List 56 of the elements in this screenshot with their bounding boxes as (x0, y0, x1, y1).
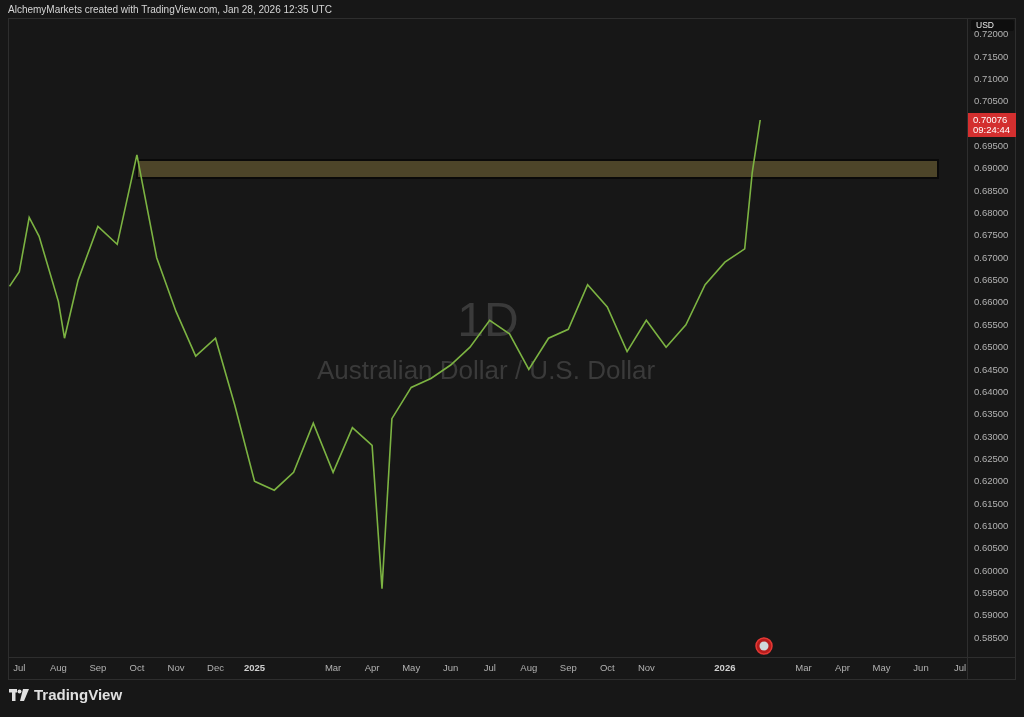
price-tick-label: 0.61000 (974, 520, 1009, 532)
time-tick-label: Jun (913, 662, 929, 673)
time-tick-label: Oct (599, 662, 615, 673)
price-tick-label: 0.64000 (974, 385, 1009, 398)
time-tick-label: Oct (129, 662, 145, 673)
price-tick-label: 0.65000 (974, 341, 1009, 354)
time-tick-label: Sep (559, 662, 577, 673)
time-tick-label: Jun (443, 662, 459, 673)
time-tick-label: Nov (637, 662, 655, 673)
time-tick-label: Sep (89, 662, 107, 673)
price-tick-label: 0.66000 (974, 296, 1009, 309)
price-tick-label: 0.62500 (974, 452, 1009, 465)
price-tick-label: 0.64500 (974, 363, 1009, 376)
time-tick-label: Jul (954, 662, 967, 673)
time-tick-label: Mar (324, 662, 342, 673)
price-tick-label: 0.65500 (974, 318, 1009, 331)
time-tick-label: Apr (364, 662, 380, 673)
time-tick-label: Jul (483, 662, 496, 673)
price-tick-label: 0.59500 (974, 587, 1009, 600)
price-tick-label: 0.63000 (974, 430, 1009, 443)
price-tick-label: 0.71500 (974, 50, 1009, 63)
time-tick-label: Jul (13, 662, 26, 673)
time-tick-label: Mar (795, 662, 812, 673)
time-tick-label: May (872, 662, 891, 673)
price-tick-label: 0.68000 (974, 207, 1009, 220)
tradingview-logo-icon (9, 688, 29, 701)
last-price-label: 0.70076 (973, 115, 1009, 126)
price-tick-label: 0.59000 (974, 609, 1009, 622)
price-tick-label: 0.66500 (974, 274, 1009, 287)
chart-attribution: AlchemyMarkets created with TradingView.com, Jan 28, 2026 12:35 UTC (8, 3, 332, 15)
price-tick-label: 0.71000 (974, 72, 1009, 85)
tradingview-logo-text: TradingView (34, 686, 123, 703)
price-tick-label: 0.67500 (974, 229, 1009, 242)
time-tick-label: May (402, 662, 421, 673)
price-tick-label: 0.61500 (974, 497, 1009, 510)
price-tick-label: 0.60500 (974, 542, 1009, 555)
price-tick-label: 0.68500 (974, 184, 1009, 197)
event-marker-icon[interactable] (755, 637, 773, 655)
time-tick-label: 2026 (714, 662, 736, 673)
time-tick-label: Apr (835, 662, 850, 673)
price-tick-label: 0.69500 (974, 139, 1009, 152)
time-tick-label: Dec (207, 662, 224, 673)
price-tick-label: 0.69000 (974, 162, 1009, 175)
currency-button[interactable]: USD (971, 20, 1014, 31)
price-tick-label: 0.63500 (974, 408, 1009, 421)
price-tick-label: 0.60000 (974, 564, 1009, 577)
time-tick-label: Aug (520, 662, 538, 673)
price-tick-label: 0.67000 (974, 251, 1009, 264)
countdown-label: 09:24:44 (973, 125, 1011, 136)
price-tick-label: 0.72000 (974, 28, 1009, 41)
time-tick-label: Aug (49, 662, 67, 673)
price-tick-label: 0.58500 (974, 631, 1009, 644)
time-tick-label: Nov (167, 662, 185, 673)
price-tick-label: 0.70500 (974, 95, 1009, 108)
time-tick-label: 2025 (243, 662, 266, 673)
price-tick-label: 0.62000 (974, 475, 1009, 488)
